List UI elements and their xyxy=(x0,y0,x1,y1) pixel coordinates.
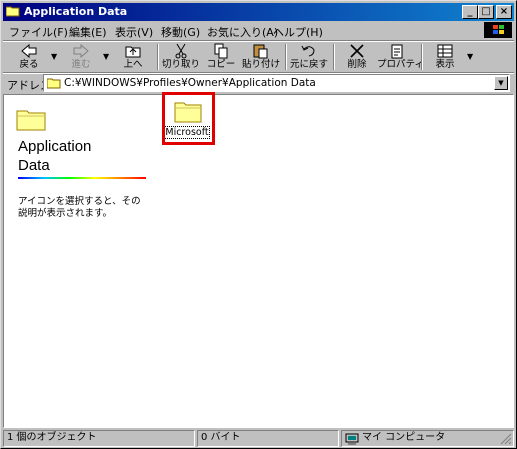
menu-edit[interactable]: 編集(E) xyxy=(69,24,107,40)
folder-icon xyxy=(16,110,46,131)
folder-icon xyxy=(47,78,61,89)
close-button[interactable]: × xyxy=(496,5,512,19)
toolbar-separator xyxy=(333,44,335,70)
properties-icon xyxy=(391,44,403,59)
minimize-button[interactable]: _ xyxy=(462,5,478,19)
resize-grip-icon[interactable] xyxy=(500,433,512,445)
status-object-count: 1 個のオブジェクト xyxy=(3,430,195,447)
gradient-divider xyxy=(18,177,146,179)
views-dropdown-icon[interactable]: ▼ xyxy=(467,52,473,61)
menu-help[interactable]: ヘルプ(H) xyxy=(273,24,323,40)
address-bar: アドレス C:¥WINDOWS¥Profiles¥Owner¥Applicati… xyxy=(3,74,514,92)
forward-arrow-icon xyxy=(73,43,89,59)
paste-icon xyxy=(253,44,268,59)
back-dropdown-icon[interactable]: ▼ xyxy=(51,52,57,61)
folder-icon xyxy=(6,6,20,17)
properties-button[interactable]: プロパティ xyxy=(377,42,424,72)
toolbar-separator xyxy=(421,44,423,70)
up-folder-icon xyxy=(125,46,141,58)
menu-file[interactable]: ファイル(F) xyxy=(9,24,68,40)
address-path[interactable]: C:¥WINDOWS¥Profiles¥Owner¥Application Da… xyxy=(64,77,316,89)
up-button[interactable]: 上へ xyxy=(113,42,153,72)
copy-button[interactable]: コピー xyxy=(201,42,241,72)
delete-x-icon xyxy=(350,44,364,58)
address-field[interactable]: C:¥WINDOWS¥Profiles¥Owner¥Application Da… xyxy=(43,74,510,92)
highlight-box xyxy=(162,92,215,145)
copy-icon xyxy=(214,43,228,59)
menu-view[interactable]: 表示(V) xyxy=(115,24,153,40)
address-dropdown-button[interactable]: ▼ xyxy=(494,76,508,90)
web-view-pane: Application Data アイコンを選択すると、その説明が表示されます。 xyxy=(4,95,154,427)
toolbar-separator xyxy=(285,44,287,70)
menu-go[interactable]: 移動(G) xyxy=(161,24,200,40)
menu-favorites[interactable]: お気に入り(A) xyxy=(207,24,278,40)
window-title: Application Data xyxy=(24,5,128,18)
toolbar: 戻る ▼ 進む ▼ 上へ 切り取り コピー 貼り付け 元に戻す 削除 プロパティ… xyxy=(3,42,514,72)
status-bar: 1 個のオブジェクト 0 バイト マイ コンピュータ xyxy=(3,430,514,447)
delete-button[interactable]: 削除 xyxy=(337,42,377,72)
forward-button[interactable]: 進む xyxy=(61,42,101,72)
status-size: 0 バイト xyxy=(197,430,339,447)
title-bar[interactable]: Application Data _ □ × xyxy=(3,3,514,21)
views-button[interactable]: 表示 xyxy=(425,42,465,72)
back-arrow-icon xyxy=(21,43,37,59)
paste-button[interactable]: 貼り付け xyxy=(241,42,281,72)
undo-button[interactable]: 元に戻す xyxy=(289,42,329,72)
my-computer-icon xyxy=(345,433,359,445)
windows-logo-icon xyxy=(484,22,512,38)
pane-description: アイコンを選択すると、その説明が表示されます。 xyxy=(18,196,141,219)
views-grid-icon xyxy=(437,44,453,58)
cut-button[interactable]: 切り取り xyxy=(161,42,201,72)
folder-view: Application Data アイコンを選択すると、その説明が表示されます。… xyxy=(3,92,514,428)
toolbar-separator xyxy=(157,44,159,70)
forward-dropdown-icon[interactable]: ▼ xyxy=(103,52,109,61)
explorer-window: Application Data _ □ × ファイル(F) 編集(E) 表示(… xyxy=(0,0,517,449)
maximize-button[interactable]: □ xyxy=(478,5,494,19)
status-zone: マイ コンピュータ xyxy=(341,430,514,447)
scissors-icon xyxy=(175,43,187,59)
undo-icon xyxy=(301,45,315,57)
folder-title: Application Data xyxy=(18,138,92,174)
back-button[interactable]: 戻る xyxy=(9,42,49,72)
menu-bar: ファイル(F) 編集(E) 表示(V) 移動(G) お気に入り(A) ヘルプ(H… xyxy=(3,22,481,40)
